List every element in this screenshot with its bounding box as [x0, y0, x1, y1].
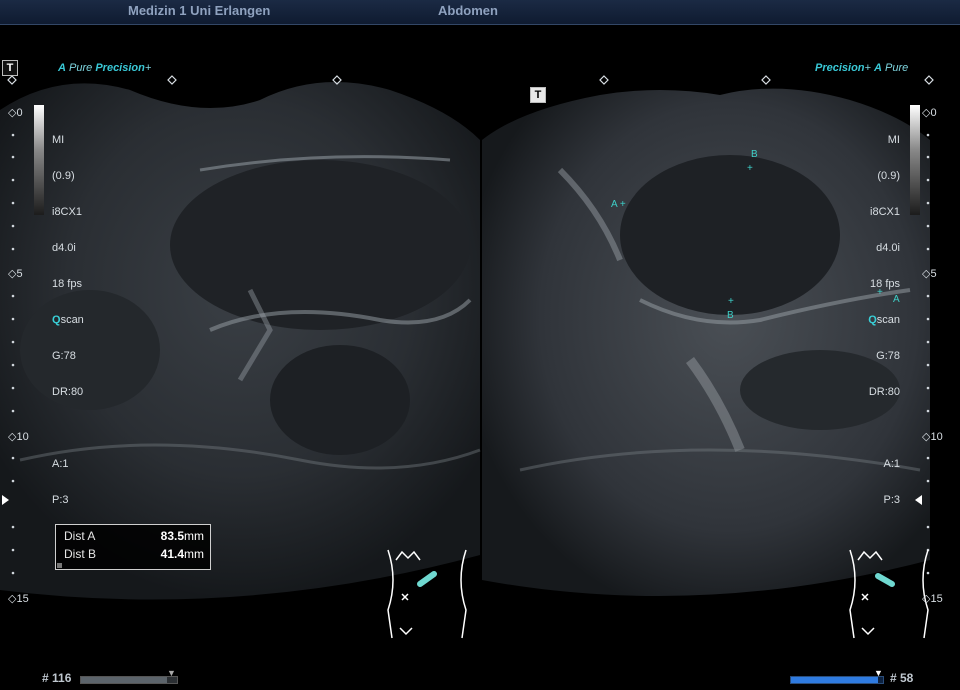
- left-brand-label: A Pure Precision+: [58, 62, 152, 74]
- measurement-value-b: 41.4mm: [160, 547, 204, 561]
- right-cine-fill: [791, 677, 879, 683]
- left-cine-marker-icon[interactable]: ▼: [167, 668, 176, 678]
- caliper-a-end[interactable]: +: [877, 287, 883, 298]
- right-depth-5: ◇5: [922, 268, 937, 280]
- focus-markers: [7, 75, 934, 85]
- left-depth-5: ◇5: [8, 268, 23, 280]
- right-depth-15: ◇15: [922, 593, 943, 605]
- right-grayscale-bar: [910, 105, 920, 215]
- measurement-value-a: 83.5mm: [160, 529, 204, 543]
- measurement-box-corner-icon: [57, 563, 62, 568]
- right-frame-counter: # 58: [890, 671, 914, 685]
- caliper-a-start[interactable]: A +: [611, 199, 626, 210]
- right-image-select-button[interactable]: T: [530, 87, 546, 103]
- left-depth-10: ◇10: [8, 431, 29, 443]
- left-frame-counter: # 116: [42, 671, 72, 685]
- caliper-b-start-label: B: [751, 149, 758, 160]
- right-cine-bar[interactable]: [790, 676, 884, 684]
- caliper-b-end[interactable]: +: [728, 296, 734, 307]
- left-acquisition-readout: MI (0.9) i8CX1 d4.0i 18 fps Qscan G:78 D…: [52, 134, 84, 506]
- measurement-results-box: Dist A 83.5mm Dist B 41.4mm: [55, 524, 211, 570]
- right-image-sector: [482, 88, 930, 597]
- right-acquisition-readout: MI (0.9) i8CX1 d4.0i 18 fps Qscan G:78 D…: [868, 134, 900, 506]
- left-depth-15: ◇15: [8, 593, 29, 605]
- measurement-label-b: Dist B: [64, 547, 97, 561]
- left-cine-fill: [81, 677, 168, 683]
- right-cine-marker-icon[interactable]: ▼: [874, 668, 883, 678]
- right-depth-10: ◇10: [922, 431, 943, 443]
- caliper-b-end-label: B: [727, 310, 734, 321]
- left-cine-bar[interactable]: [80, 676, 178, 684]
- ultrasound-images: [0, 75, 934, 639]
- measurement-label-a: Dist A: [64, 529, 96, 543]
- left-grayscale-bar: [34, 105, 44, 215]
- right-depth-0: ◇0: [922, 107, 937, 119]
- caliper-a-end-label: A: [893, 294, 900, 305]
- left-depth-0: ◇0: [8, 107, 23, 119]
- right-brand-label: Precision+ A Pure: [815, 62, 909, 74]
- caliper-b-start[interactable]: +: [747, 163, 753, 174]
- left-image-select-button[interactable]: T: [2, 60, 18, 76]
